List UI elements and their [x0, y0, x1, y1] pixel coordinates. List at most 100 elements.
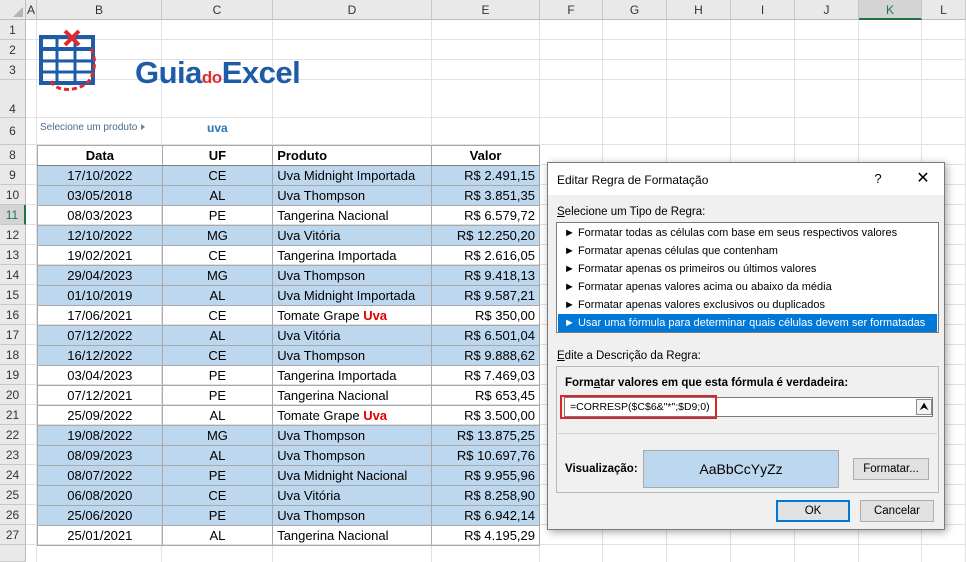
column-header-l[interactable]: L — [922, 0, 966, 20]
cell-produto[interactable]: Uva Vitória — [272, 485, 433, 506]
cell-data[interactable]: 25/06/2020 — [37, 505, 163, 526]
row-header-9[interactable]: 9 — [0, 165, 26, 185]
row-header-22[interactable]: 22 — [0, 425, 26, 445]
cell-produto[interactable]: Uva Vitória — [272, 225, 433, 246]
ok-button[interactable]: OK — [776, 500, 850, 522]
column-header-e[interactable]: E — [432, 0, 540, 20]
row-header-18[interactable]: 18 — [0, 345, 26, 365]
row-header-27[interactable]: 27 — [0, 525, 26, 545]
header-uf[interactable]: UF — [161, 145, 274, 166]
cell-uf[interactable]: CE — [161, 165, 274, 186]
cell-uf[interactable]: CE — [161, 485, 274, 506]
cell-produto[interactable]: Tangerina Importada — [272, 365, 433, 386]
cell-valor[interactable]: R$ 13.875,25 — [431, 425, 540, 446]
cell-valor[interactable]: R$ 4.195,29 — [431, 525, 540, 546]
collapse-dialog-icon[interactable]: ⮝ — [916, 399, 932, 415]
rule-type-item[interactable]: ► Usar uma fórmula para determinar quais… — [558, 314, 937, 332]
cell-valor[interactable]: R$ 2.616,05 — [431, 245, 540, 266]
cell-valor[interactable]: R$ 6.579,72 — [431, 205, 540, 226]
row-header-17[interactable]: 17 — [0, 325, 26, 345]
cell-data[interactable]: 19/02/2021 — [37, 245, 163, 266]
cell-uf[interactable]: PE — [161, 205, 274, 226]
column-header-j[interactable]: J — [795, 0, 859, 20]
row-header-20[interactable]: 20 — [0, 385, 26, 405]
cell-produto[interactable]: Uva Thompson — [272, 185, 433, 206]
cell-valor[interactable]: R$ 6.942,14 — [431, 505, 540, 526]
cell-uf[interactable]: CE — [161, 305, 274, 326]
cell-valor[interactable]: R$ 653,45 — [431, 385, 540, 406]
cell-uf[interactable]: PE — [161, 505, 274, 526]
cell-valor[interactable]: R$ 10.697,76 — [431, 445, 540, 466]
cell-produto[interactable]: Uva Thompson — [272, 265, 433, 286]
cell-valor[interactable]: R$ 9.955,96 — [431, 465, 540, 486]
cell-valor[interactable]: R$ 9.888,62 — [431, 345, 540, 366]
row-header-8[interactable]: 8 — [0, 145, 26, 165]
row-header-14[interactable]: 14 — [0, 265, 26, 285]
select-all-corner[interactable] — [0, 0, 26, 20]
cell-produto[interactable]: Uva Vitória — [272, 325, 433, 346]
cell-data[interactable]: 16/12/2022 — [37, 345, 163, 366]
column-header-h[interactable]: H — [667, 0, 731, 20]
cell-produto[interactable]: Uva Thompson — [272, 445, 433, 466]
row-header-6[interactable]: 6 — [0, 118, 26, 145]
cell-data[interactable]: 01/10/2019 — [37, 285, 163, 306]
row-header-23[interactable]: 23 — [0, 445, 26, 465]
column-header-i[interactable]: I — [731, 0, 795, 20]
rule-type-item[interactable]: ► Formatar apenas os primeiros ou último… — [558, 260, 937, 278]
cell-valor[interactable]: R$ 350,00 — [431, 305, 540, 326]
row-header-19[interactable]: 19 — [0, 365, 26, 385]
column-header-c[interactable]: C — [162, 0, 273, 20]
cell-uf[interactable]: AL — [161, 445, 274, 466]
column-header-d[interactable]: D — [273, 0, 432, 20]
dialog-titlebar[interactable]: Editar Regra de Formatação ? ✕ — [548, 163, 944, 195]
cell-valor[interactable]: R$ 8.258,90 — [431, 485, 540, 506]
header-data[interactable]: Data — [37, 145, 163, 166]
cell-produto[interactable]: Tomate Grape Uva — [272, 405, 433, 426]
row-header-4[interactable]: 4 — [0, 80, 26, 118]
cell-produto[interactable]: Tangerina Nacional — [272, 385, 433, 406]
row-header-26[interactable]: 26 — [0, 505, 26, 525]
cell-data[interactable]: 03/04/2023 — [37, 365, 163, 386]
column-header-b[interactable]: B — [37, 0, 162, 20]
row-header-3[interactable]: 3 — [0, 60, 26, 80]
cell-data[interactable]: 07/12/2021 — [37, 385, 163, 406]
cell-data[interactable]: 17/06/2021 — [37, 305, 163, 326]
cell-produto[interactable]: Tangerina Nacional — [272, 525, 433, 546]
cell-valor[interactable]: R$ 3.500,00 — [431, 405, 540, 426]
row-header-11[interactable]: 11 — [0, 205, 26, 225]
cell-uf[interactable]: PE — [161, 365, 274, 386]
rule-type-list[interactable]: ► Formatar todas as células com base em … — [556, 222, 939, 333]
cell-produto[interactable]: Uva Midnight Importada — [272, 285, 433, 306]
cell-uf[interactable]: CE — [161, 345, 274, 366]
row-header-10[interactable]: 10 — [0, 185, 26, 205]
column-header-f[interactable]: F — [540, 0, 603, 20]
cell-uf[interactable]: AL — [161, 405, 274, 426]
cell-data[interactable]: 25/09/2022 — [37, 405, 163, 426]
cell-produto[interactable]: Tomate Grape Uva — [272, 305, 433, 326]
rule-type-item[interactable]: ► Formatar apenas valores exclusivos ou … — [558, 296, 937, 314]
cell-data[interactable]: 03/05/2018 — [37, 185, 163, 206]
header-valor[interactable]: Valor — [431, 145, 540, 166]
cell-uf[interactable]: MG — [161, 425, 274, 446]
cell-uf[interactable]: PE — [161, 385, 274, 406]
cell-valor[interactable]: R$ 7.469,03 — [431, 365, 540, 386]
column-header-g[interactable]: G — [603, 0, 667, 20]
cell-valor[interactable]: R$ 12.250,20 — [431, 225, 540, 246]
cell-data[interactable]: 08/09/2023 — [37, 445, 163, 466]
help-button[interactable]: ? — [866, 169, 890, 189]
cell-produto[interactable]: Uva Thompson — [272, 345, 433, 366]
row-header-1[interactable]: 1 — [0, 20, 26, 40]
cell-produto[interactable]: Tangerina Importada — [272, 245, 433, 266]
cell-valor[interactable]: R$ 9.418,13 — [431, 265, 540, 286]
cell-valor[interactable]: R$ 9.587,21 — [431, 285, 540, 306]
cell-uf[interactable]: AL — [161, 285, 274, 306]
cancel-button[interactable]: Cancelar — [860, 500, 934, 522]
cell-data[interactable]: 19/08/2022 — [37, 425, 163, 446]
header-produto[interactable]: Produto — [272, 145, 433, 166]
rule-type-item[interactable]: ► Formatar apenas células que contenham — [558, 242, 937, 260]
row-header-12[interactable]: 12 — [0, 225, 26, 245]
cell-uf[interactable]: PE — [161, 465, 274, 486]
format-button[interactable]: Formatar... — [853, 458, 929, 480]
cell-data[interactable]: 08/03/2023 — [37, 205, 163, 226]
cell-valor[interactable]: R$ 6.501,04 — [431, 325, 540, 346]
